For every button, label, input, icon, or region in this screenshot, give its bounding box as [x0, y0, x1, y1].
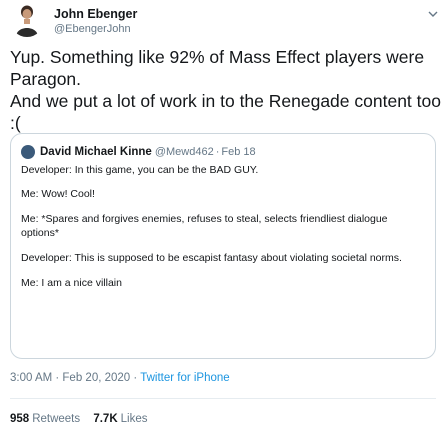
- source-link[interactable]: Twitter for iPhone: [140, 372, 229, 384]
- likes-label: Likes: [120, 413, 148, 425]
- likes-count: 7.7K: [93, 413, 118, 425]
- tweet-timestamp: 3:00 AM · Feb 20, 2020 · Twitter for iPh…: [10, 372, 230, 384]
- retweets-stat[interactable]: 958 Retweets: [10, 413, 80, 425]
- tweet-text-line: Yup. Something like 92% of Mass Effect p…: [10, 47, 425, 89]
- quoted-separator: ·: [215, 146, 220, 158]
- timestamp-text[interactable]: 3:00 AM · Feb 20, 2020 ·: [10, 372, 140, 384]
- author-avatar[interactable]: [10, 3, 44, 37]
- retweets-label: Retweets: [32, 413, 81, 425]
- author-handle[interactable]: @EbengerJohn: [54, 23, 131, 35]
- quoted-author-avatar: [21, 145, 35, 159]
- quoted-line: Me: *Spares and forgives enemies, refuse…: [21, 213, 388, 239]
- quoted-tweet-header: David Michael Kinne @Mewd462 · Feb 18: [21, 143, 425, 161]
- quoted-line: Developer: This is supposed to be escapi…: [21, 252, 402, 264]
- tweet-menu-button[interactable]: [425, 6, 441, 22]
- quoted-author-name: David Michael Kinne: [40, 146, 152, 158]
- divider: [10, 398, 436, 399]
- likes-stat[interactable]: 7.7K Likes: [93, 413, 147, 425]
- tweet-text-line: And we put a lot of work in to the Reneg…: [10, 91, 441, 133]
- quoted-line: Me: I am a nice villain: [21, 277, 122, 289]
- quoted-tweet-body: Developer: In this game, you can be the …: [21, 163, 425, 290]
- tweet-stats: 958 Retweets 7.7K Likes: [10, 413, 157, 425]
- quoted-tweet[interactable]: David Michael Kinne @Mewd462 · Feb 18 De…: [10, 133, 436, 359]
- quoted-line: Me: Wow! Cool!: [21, 188, 95, 200]
- tweet-card: John Ebenger @EbengerJohn Yup. Something…: [0, 0, 447, 441]
- quoted-author-handle: @Mewd462: [154, 146, 214, 158]
- quoted-line: Developer: In this game, you can be the …: [21, 164, 259, 176]
- tweet-text: Yup. Something like 92% of Mass Effect p…: [10, 46, 442, 134]
- author-name[interactable]: John Ebenger: [54, 7, 137, 21]
- retweets-count: 958: [10, 413, 30, 425]
- avatar-icon: [10, 3, 44, 37]
- chevron-down-icon: [428, 11, 438, 17]
- quoted-date: Feb 18: [221, 146, 256, 158]
